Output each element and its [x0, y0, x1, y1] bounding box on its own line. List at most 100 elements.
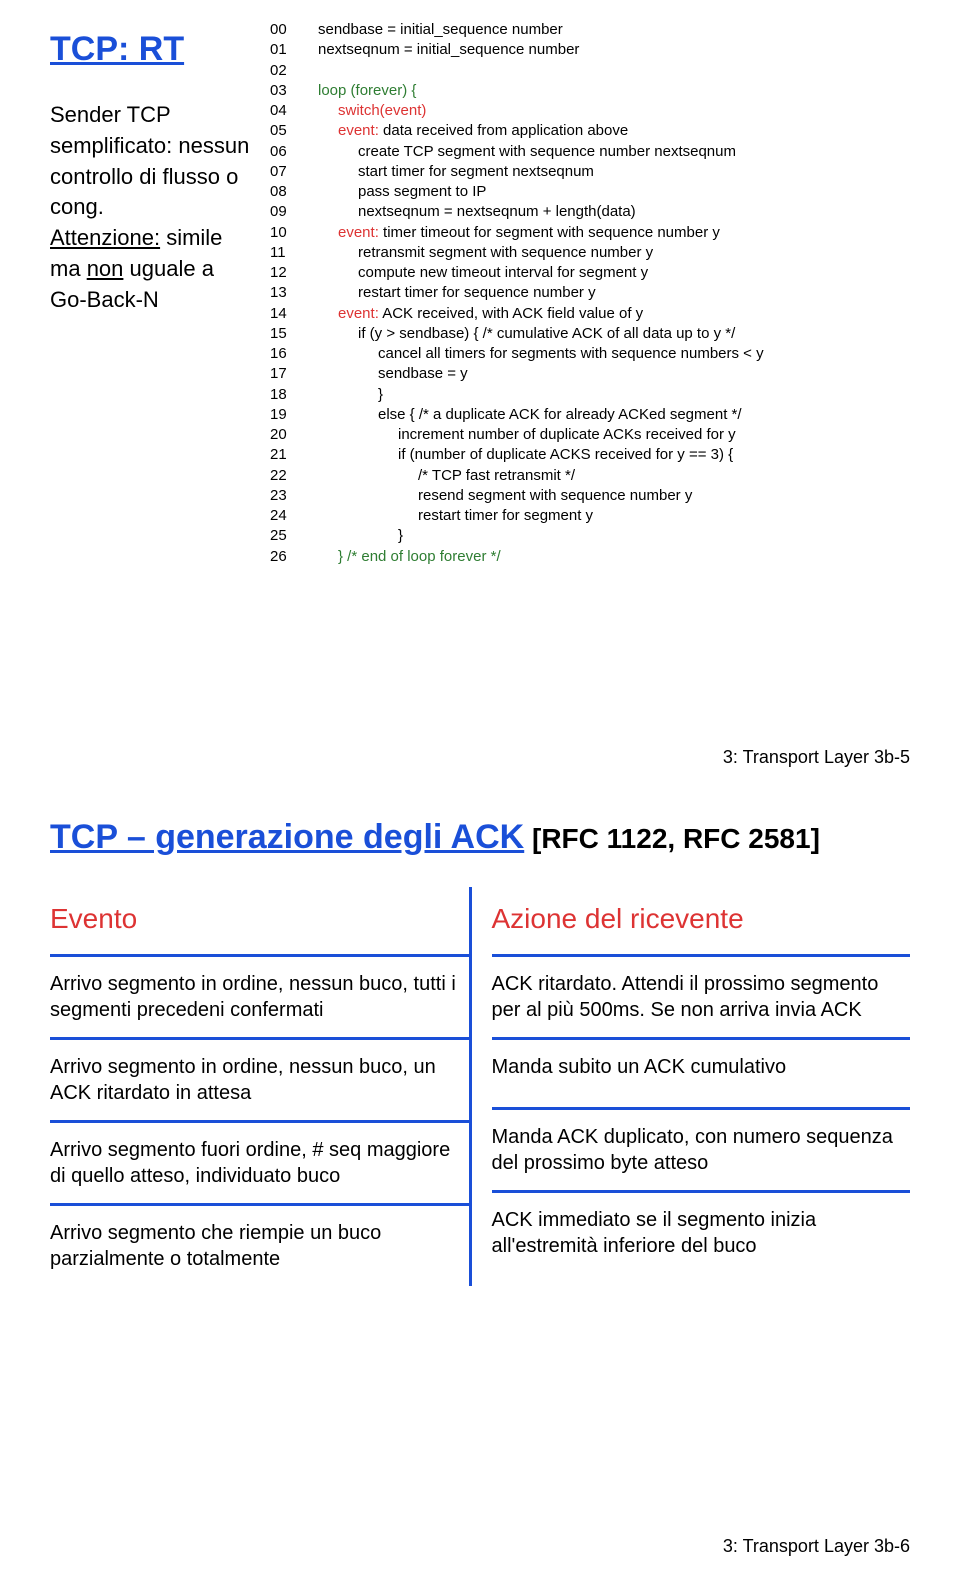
evento-row-2: Arrivo segmento fuori ordine, # seq magg…: [50, 1123, 469, 1206]
code-line: 07start timer for segment nextseqnum: [270, 162, 910, 182]
code-line: 11retransmit segment with sequence numbe…: [270, 243, 910, 263]
code-line: 13restart timer for sequence number y: [270, 283, 910, 303]
code-line: 25}: [270, 526, 910, 546]
line-number: 12: [270, 263, 298, 283]
line-number: 25: [270, 526, 298, 546]
line-number: 05: [270, 121, 298, 141]
line-number: 06: [270, 142, 298, 162]
code-line: 05event: data received from application …: [270, 121, 910, 141]
line-body: restart timer for sequence number y: [298, 283, 596, 303]
line-number: 26: [270, 547, 298, 567]
line-number: 03: [270, 81, 298, 101]
line-number: 21: [270, 445, 298, 465]
azione-row-3: ACK immediato se il segmento inizia all'…: [492, 1193, 911, 1273]
line-body: event: data received from application ab…: [298, 121, 628, 141]
code-line: 09nextseqnum = nextseqnum + length(data): [270, 202, 910, 222]
code-line: 02: [270, 61, 910, 81]
azione-row-1: Manda subito un ACK cumulativo: [492, 1040, 911, 1110]
line-number: 01: [270, 40, 298, 60]
line-number: 18: [270, 385, 298, 405]
line-body: nextseqnum = initial_sequence number: [298, 40, 579, 60]
line-body: start timer for segment nextseqnum: [298, 162, 594, 182]
code-line: 19else { /* a duplicate ACK for already …: [270, 405, 910, 425]
sidebar-attention: Attenzione:: [50, 225, 160, 250]
slide-tcp-ack: TCP – generazione degli ACK [RFC 1122, R…: [0, 788, 960, 1577]
line-body: cancel all timers for segments with sequ…: [298, 344, 764, 364]
line-number: 20: [270, 425, 298, 445]
line-number: 24: [270, 506, 298, 526]
slide-tcp-rt: TCP: RT Sender TCP semplificato: nessun …: [0, 0, 960, 788]
code-line: 03loop (forever) {: [270, 81, 910, 101]
slide2-footer: 3: Transport Layer 3b-6: [723, 1536, 910, 1557]
line-number: 10: [270, 223, 298, 243]
header-azione: Azione del ricevente: [492, 903, 744, 934]
line-body: } /* end of loop forever */: [298, 547, 501, 567]
line-body: switch(event): [298, 101, 426, 121]
slide1-sidebar: Sender TCP semplificato: nessun controll…: [50, 100, 250, 316]
azione-row-2: Manda ACK duplicato, con numero sequenza…: [492, 1110, 911, 1193]
line-body: increment number of duplicate ACKs recei…: [298, 425, 736, 445]
line-body: if (number of duplicate ACKS received fo…: [298, 445, 733, 465]
line-body: sendbase = y: [298, 364, 468, 384]
line-body: if (y > sendbase) { /* cumulative ACK of…: [298, 324, 735, 344]
code-line: 15if (y > sendbase) { /* cumulative ACK …: [270, 324, 910, 344]
table-col-evento: Evento Arrivo segmento in ordine, nessun…: [50, 887, 469, 1286]
code-line: 24restart timer for segment y: [270, 506, 910, 526]
evento-row-1: Arrivo segmento in ordine, nessun buco, …: [50, 1040, 469, 1123]
code-line: 06create TCP segment with sequence numbe…: [270, 142, 910, 162]
code-line: 08pass segment to IP: [270, 182, 910, 202]
code-line: 23resend segment with sequence number y: [270, 486, 910, 506]
line-number: 11: [270, 243, 298, 263]
slide1-footer: 3: Transport Layer 3b-5: [723, 747, 910, 768]
evento-row-3: Arrivo segmento che riempie un buco parz…: [50, 1206, 469, 1286]
code-line: 01nextseqnum = initial_sequence number: [270, 40, 910, 60]
line-number: 23: [270, 486, 298, 506]
sidebar-text-1: Sender TCP semplificato: nessun controll…: [50, 102, 249, 219]
azione-row-0: ACK ritardato. Attendi il prossimo segme…: [492, 957, 911, 1040]
line-body: loop (forever) {: [298, 81, 416, 101]
line-number: 02: [270, 61, 298, 81]
line-number: 22: [270, 466, 298, 486]
code-line: 14event: ACK received, with ACK field va…: [270, 304, 910, 324]
code-line: 26} /* end of loop forever */: [270, 547, 910, 567]
line-number: 17: [270, 364, 298, 384]
line-number: 14: [270, 304, 298, 324]
code-line: 22/* TCP fast retransmit */: [270, 466, 910, 486]
line-body: retransmit segment with sequence number …: [298, 243, 653, 263]
line-body: restart timer for segment y: [298, 506, 593, 526]
line-body: event: ACK received, with ACK field valu…: [298, 304, 643, 324]
header-evento: Evento: [50, 903, 137, 934]
line-number: 09: [270, 202, 298, 222]
line-body: }: [298, 385, 383, 405]
line-body: create TCP segment with sequence number …: [298, 142, 736, 162]
line-number: 00: [270, 20, 298, 40]
line-body: pass segment to IP: [298, 182, 486, 202]
line-body: compute new timeout interval for segment…: [298, 263, 648, 283]
pseudocode-block: 00sendbase = initial_sequence number01ne…: [270, 20, 910, 567]
line-body: nextseqnum = nextseqnum + length(data): [298, 202, 636, 222]
line-number: 16: [270, 344, 298, 364]
code-line: 20increment number of duplicate ACKs rec…: [270, 425, 910, 445]
slide2-title-b: [RFC 1122, RFC 2581]: [524, 823, 820, 854]
line-number: 15: [270, 324, 298, 344]
code-line: 17sendbase = y: [270, 364, 910, 384]
code-line: 18}: [270, 385, 910, 405]
code-line: 21if (number of duplicate ACKS received …: [270, 445, 910, 465]
line-number: 13: [270, 283, 298, 303]
line-body: resend segment with sequence number y: [298, 486, 692, 506]
slide2-title-a: TCP – generazione degli ACK: [50, 818, 524, 856]
code-line: 16cancel all timers for segments with se…: [270, 344, 910, 364]
line-number: 08: [270, 182, 298, 202]
line-number: 07: [270, 162, 298, 182]
line-number: 04: [270, 101, 298, 121]
line-body: [298, 61, 318, 81]
line-body: sendbase = initial_sequence number: [298, 20, 563, 40]
ack-table: Evento Arrivo segmento in ordine, nessun…: [50, 887, 910, 1286]
sidebar-non: non: [87, 256, 124, 281]
line-body: }: [298, 526, 403, 546]
slide2-title: TCP – generazione degli ACK [RFC 1122, R…: [50, 818, 910, 857]
code-line: 04switch(event): [270, 101, 910, 121]
table-col-azione: Azione del ricevente ACK ritardato. Atte…: [469, 887, 911, 1286]
code-line: 12compute new timeout interval for segme…: [270, 263, 910, 283]
line-body: /* TCP fast retransmit */: [298, 466, 575, 486]
